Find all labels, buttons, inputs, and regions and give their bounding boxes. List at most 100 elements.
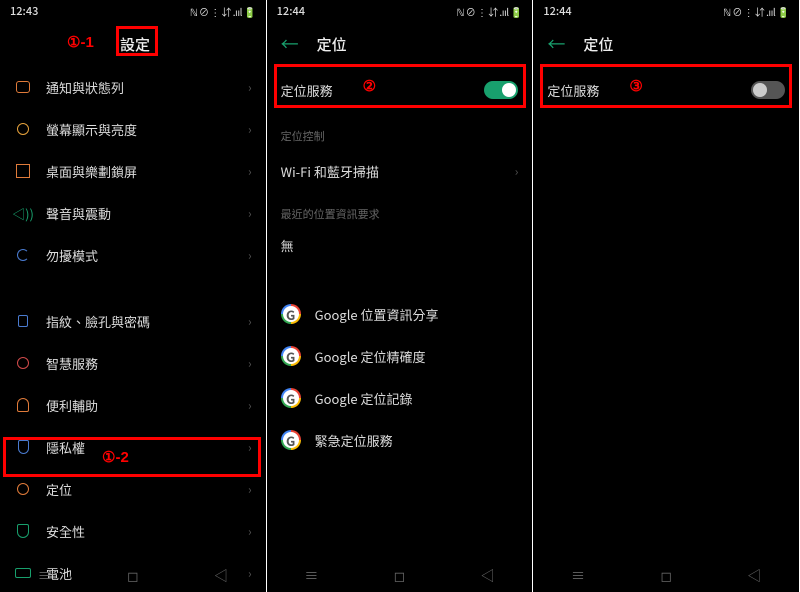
chevron-right-icon: ›	[248, 523, 252, 540]
page-title: 定位	[583, 34, 613, 55]
home-button[interactable]: ◻	[660, 566, 672, 586]
back-button[interactable]: ◁	[481, 566, 495, 586]
row-emergency-location[interactable]: 緊急定位服務	[267, 419, 533, 461]
home-button[interactable]: ◻	[127, 566, 139, 586]
status-time: 12:44	[543, 3, 571, 19]
row-sound[interactable]: ◁)) 聲音與震動 ›	[0, 192, 266, 234]
row-label: 聲音與震動	[46, 204, 234, 223]
row-label: Wi-Fi 和藍牙掃描	[281, 162, 501, 181]
row-label: 定位服務	[281, 81, 471, 100]
status-bar: 12:44 ℕ ⊘ ⋮ ⇵ .ııl 🔋	[267, 0, 533, 22]
row-label: 隱私權	[46, 438, 234, 457]
brightness-icon	[14, 120, 32, 138]
chevron-right-icon: ›	[248, 439, 252, 456]
row-label: 定位服務	[547, 81, 737, 100]
location-pin-icon	[14, 480, 32, 498]
lock-icon	[14, 312, 32, 330]
row-display[interactable]: 螢幕顯示與亮度 ›	[0, 108, 266, 150]
row-label: 勿擾模式	[46, 246, 234, 265]
chevron-right-icon: ›	[248, 355, 252, 372]
status-indicators: ℕ ⊘ ⋮ ⇵ .ııl 🔋	[456, 4, 522, 19]
shield-icon	[14, 438, 32, 456]
row-location-service[interactable]: 定位服務	[533, 66, 799, 114]
status-indicators: ℕ ⊘ ⋮ ⇵ .ııl 🔋	[190, 4, 256, 19]
chevron-right-icon: ›	[248, 205, 252, 222]
back-button[interactable]: ◁	[747, 566, 761, 586]
location-toggle-on[interactable]	[484, 81, 518, 99]
row-assist[interactable]: 便利輔助 ›	[0, 384, 266, 426]
page-title: 設定	[120, 34, 150, 55]
row-privacy[interactable]: 隱私權 ›	[0, 426, 266, 468]
row-label: 安全性	[46, 522, 234, 541]
page-title: 定位	[317, 34, 347, 55]
chevron-right-icon: ›	[248, 481, 252, 498]
row-google-location-share[interactable]: Google 位置資訊分享	[267, 293, 533, 335]
phone-location-off: 12:44 ℕ ⊘ ⋮ ⇵ .ııl 🔋 ← 定位 定位服務 ≡ ◻ ◁ ③	[533, 0, 800, 592]
phone-settings: 12:43 ℕ ⊘ ⋮ ⇵ .ııl 🔋 設定 通知與狀態列 › 螢幕顯示與亮度…	[0, 0, 267, 592]
location-toggle-off[interactable]	[751, 81, 785, 99]
status-indicators: ℕ ⊘ ⋮ ⇵ .ııl 🔋	[723, 4, 789, 19]
row-label: 指紋、臉孔與密碼	[46, 312, 234, 331]
google-icon	[281, 346, 301, 366]
chevron-right-icon: ›	[248, 163, 252, 180]
back-arrow-icon[interactable]: ←	[547, 31, 565, 57]
moon-icon	[14, 246, 32, 264]
row-notifications[interactable]: 通知與狀態列 ›	[0, 66, 266, 108]
sound-icon: ◁))	[14, 204, 32, 222]
row-location-service[interactable]: 定位服務	[267, 66, 533, 114]
row-location[interactable]: 定位 ›	[0, 468, 266, 510]
row-smart[interactable]: 智慧服務 ›	[0, 342, 266, 384]
recent-requests-value: 無	[267, 228, 533, 269]
back-button[interactable]: ◁	[214, 566, 228, 586]
header: ← 定位	[267, 22, 533, 66]
status-time: 12:43	[10, 3, 38, 19]
row-label: 螢幕顯示與亮度	[46, 120, 234, 139]
row-google-accuracy[interactable]: Google 定位精確度	[267, 335, 533, 377]
android-navbar: ≡ ◻ ◁	[0, 560, 266, 592]
home-icon	[14, 162, 32, 180]
status-bar: 12:44 ℕ ⊘ ⋮ ⇵ .ııl 🔋	[533, 0, 799, 22]
row-label: 便利輔助	[46, 396, 234, 415]
chevron-right-icon: ›	[248, 121, 252, 138]
row-label: Google 定位精確度	[315, 347, 519, 366]
assist-icon	[14, 396, 32, 414]
chevron-right-icon: ›	[248, 313, 252, 330]
android-navbar: ≡ ◻ ◁	[533, 560, 799, 592]
settings-list: 通知與狀態列 › 螢幕顯示與亮度 › 桌面與樂劃鎖屏 › ◁)) 聲音與震動 ›…	[0, 66, 266, 592]
recents-button[interactable]: ≡	[571, 566, 585, 586]
google-icon	[281, 304, 301, 324]
chevron-right-icon: ›	[515, 163, 519, 180]
section-location-control: 定位控制	[267, 114, 533, 150]
row-label: 緊急定位服務	[315, 431, 519, 450]
android-navbar: ≡ ◻ ◁	[267, 560, 533, 592]
back-arrow-icon[interactable]: ←	[281, 31, 299, 57]
chevron-right-icon: ›	[248, 79, 252, 96]
phone-location-on: 12:44 ℕ ⊘ ⋮ ⇵ .ııl 🔋 ← 定位 定位服務 定位控制 Wi-F…	[267, 0, 534, 592]
chevron-right-icon: ›	[248, 247, 252, 264]
row-wifi-bt-scan[interactable]: Wi-Fi 和藍牙掃描 ›	[267, 150, 533, 192]
status-bar: 12:43 ℕ ⊘ ⋮ ⇵ .ııl 🔋	[0, 0, 266, 22]
row-google-history[interactable]: Google 定位記錄	[267, 377, 533, 419]
row-home-lock[interactable]: 桌面與樂劃鎖屏 ›	[0, 150, 266, 192]
section-recent-requests: 最近的位置資訊要求	[267, 192, 533, 228]
recents-button[interactable]: ≡	[38, 566, 52, 586]
chevron-right-icon: ›	[248, 397, 252, 414]
status-time: 12:44	[277, 3, 305, 19]
header: ← 定位	[533, 22, 799, 66]
row-label: Google 位置資訊分享	[315, 305, 519, 324]
row-dnd[interactable]: 勿擾模式 ›	[0, 234, 266, 276]
row-label: 通知與狀態列	[46, 78, 234, 97]
security-icon	[14, 522, 32, 540]
home-button[interactable]: ◻	[394, 566, 406, 586]
google-icon	[281, 430, 301, 450]
row-biometrics[interactable]: 指紋、臉孔與密碼 ›	[0, 300, 266, 342]
recents-button[interactable]: ≡	[304, 566, 318, 586]
bell-icon	[14, 78, 32, 96]
row-label: 定位	[46, 480, 234, 499]
header: 設定	[0, 22, 266, 66]
row-label: Google 定位記錄	[315, 389, 519, 408]
google-icon	[281, 388, 301, 408]
smart-icon	[14, 354, 32, 372]
row-security[interactable]: 安全性 ›	[0, 510, 266, 552]
row-label: 桌面與樂劃鎖屏	[46, 162, 234, 181]
